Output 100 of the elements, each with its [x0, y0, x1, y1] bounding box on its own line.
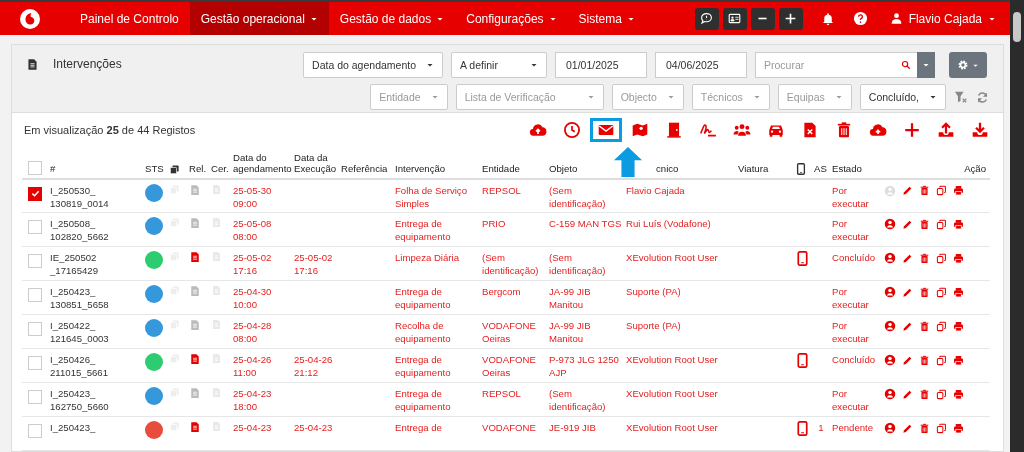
- delete-icon[interactable]: [919, 422, 930, 434]
- user-icon[interactable]: [884, 422, 896, 434]
- table-cell: Folha de Serviço Simples: [393, 178, 480, 213]
- bell-icon[interactable]: [820, 11, 835, 26]
- edit-icon[interactable]: [902, 320, 913, 332]
- print-icon[interactable]: [953, 252, 964, 264]
- copy-icon[interactable]: [936, 218, 947, 230]
- toolbar-button[interactable]: [778, 7, 803, 30]
- nav-menu-item[interactable]: Sistema: [567, 2, 646, 35]
- delete-icon[interactable]: [919, 320, 930, 332]
- caret-icon: [752, 93, 761, 101]
- print-icon[interactable]: [953, 354, 964, 366]
- toolbar-button[interactable]: [722, 7, 747, 30]
- print-icon[interactable]: [953, 320, 964, 332]
- table-cell: Entrega de equipamento: [393, 280, 480, 315]
- print-icon[interactable]: [953, 388, 964, 400]
- clear-filter-icon[interactable]: [954, 90, 968, 104]
- copy-icon[interactable]: [936, 422, 947, 434]
- delete-icon[interactable]: [919, 185, 930, 196]
- edit-icon[interactable]: [902, 422, 913, 434]
- scrollbar[interactable]: [1010, 0, 1024, 452]
- search-field[interactable]: Procurar: [755, 52, 917, 78]
- select-field[interactable]: Técnicos: [691, 84, 770, 110]
- edit-icon[interactable]: [902, 388, 913, 400]
- delete-icon[interactable]: [919, 218, 930, 230]
- copy-icon[interactable]: [936, 320, 947, 332]
- edit-icon[interactable]: [902, 185, 913, 196]
- print-icon[interactable]: [953, 286, 964, 298]
- nav-menu-item[interactable]: Gestão de dados: [328, 2, 456, 35]
- clock-icon: [563, 120, 581, 139]
- select-field[interactable]: A definir: [451, 52, 547, 78]
- edit-icon[interactable]: [902, 252, 913, 264]
- delete-icon[interactable]: [919, 252, 930, 264]
- table-cell: 25-05-02 17:16: [292, 246, 339, 281]
- mobile-icon: [795, 421, 810, 436]
- select-field[interactable]: Concluído,: [859, 84, 946, 110]
- table-cell: I_250423_ 162750_5660: [48, 382, 143, 417]
- copy-icon[interactable]: [936, 354, 947, 366]
- user-icon[interactable]: [884, 252, 896, 264]
- pointer-arrow: [613, 146, 643, 177]
- table-cell: VODAFONE Oeiras: [480, 348, 547, 383]
- report-icon[interactable]: [189, 421, 201, 433]
- copy-icon[interactable]: [936, 185, 947, 196]
- edit-icon[interactable]: [902, 286, 913, 298]
- select-field[interactable]: Data do agendamento: [303, 52, 443, 78]
- copy-icon[interactable]: [936, 286, 947, 298]
- caret-icon: [922, 61, 930, 69]
- logo-icon[interactable]: [19, 7, 41, 30]
- caret-icon: [530, 61, 538, 69]
- table-cell: I_250426_ 211015_5661: [48, 348, 143, 383]
- select-all-checkbox[interactable]: [28, 160, 42, 175]
- delete-icon[interactable]: [919, 354, 930, 366]
- edit-icon[interactable]: [902, 218, 913, 230]
- user-menu[interactable]: Flavio Cajada: [889, 11, 996, 26]
- table-cell: XEvolution Root User: [624, 416, 736, 451]
- user-icon[interactable]: [884, 286, 896, 298]
- table-cell: Limpeza Diária: [393, 246, 480, 281]
- toolbar-button[interactable]: [694, 7, 719, 30]
- print-icon[interactable]: [953, 185, 964, 196]
- table-cell: (Sem identificação): [547, 178, 624, 213]
- column-header: #: [48, 144, 143, 179]
- table-cell: 25-04-30 10:00: [231, 280, 292, 315]
- delete-icon[interactable]: [919, 286, 930, 298]
- date-field[interactable]: 01/01/2025: [555, 52, 647, 78]
- user-icon[interactable]: [884, 354, 896, 366]
- settings-icon: [957, 59, 969, 71]
- edit-icon[interactable]: [902, 354, 913, 366]
- report-icon[interactable]: [189, 353, 201, 365]
- trash-icon: [835, 120, 853, 139]
- select-field[interactable]: Objecto: [611, 84, 684, 110]
- table-cell: I_250423_: [48, 416, 143, 451]
- plus-icon: [903, 120, 921, 139]
- caret-icon: [586, 93, 595, 101]
- select-field[interactable]: Lista de Verificação: [455, 84, 604, 110]
- table-cell: Entrega de equipamento: [393, 382, 480, 417]
- check-icon: [30, 189, 40, 198]
- report-icon[interactable]: [189, 251, 201, 263]
- select-field[interactable]: Equipas: [777, 84, 852, 110]
- refresh-icon[interactable]: [976, 90, 989, 104]
- user-icon[interactable]: [884, 388, 896, 400]
- nav-menu-item[interactable]: Painel de Controlo: [69, 2, 190, 35]
- user-icon[interactable]: [884, 218, 896, 230]
- caret-icon: [834, 93, 843, 101]
- table-cell: 1: [812, 416, 830, 451]
- nav-menu-item[interactable]: Configurações: [455, 2, 568, 35]
- user-icon[interactable]: [884, 320, 896, 332]
- caret-icon: [929, 93, 937, 101]
- delete-icon[interactable]: [919, 388, 930, 400]
- search-input[interactable]: Procurar: [764, 59, 884, 71]
- date-field[interactable]: 04/06/2025: [655, 52, 747, 78]
- help-icon[interactable]: [852, 11, 868, 26]
- print-icon[interactable]: [953, 218, 964, 230]
- settings-button[interactable]: [949, 52, 987, 78]
- print-icon[interactable]: [953, 422, 964, 434]
- row-checkbox[interactable]: [28, 186, 42, 201]
- mobile-icon: [795, 162, 807, 175]
- nav-menu-item[interactable]: Gestão operacional: [189, 2, 329, 35]
- copy-icon[interactable]: [936, 388, 947, 400]
- select-field[interactable]: Entidade: [370, 84, 448, 110]
- copy-icon[interactable]: [936, 252, 947, 264]
